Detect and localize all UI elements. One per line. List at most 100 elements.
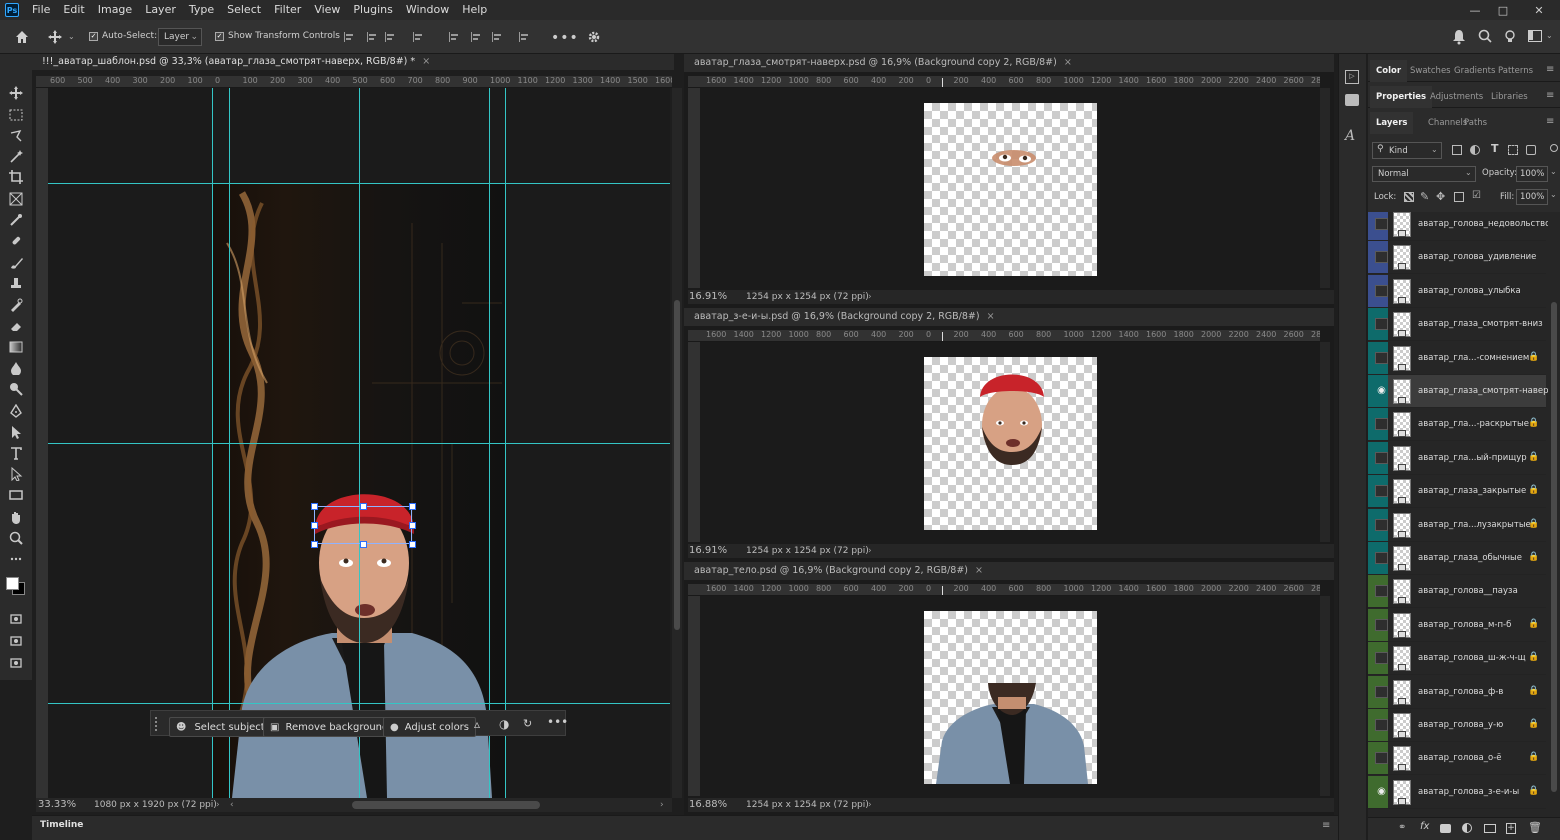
menu-item[interactable]: Filter bbox=[269, 0, 309, 20]
dodge-tool-icon[interactable] bbox=[4, 380, 28, 398]
new-group-icon[interactable] bbox=[1484, 824, 1496, 833]
panel-tab[interactable]: Channels bbox=[1428, 112, 1467, 134]
visibility-toggle[interactable] bbox=[1375, 351, 1388, 364]
more-options-icon[interactable]: ••• bbox=[551, 30, 579, 46]
panel-tab[interactable]: Adjustments bbox=[1430, 86, 1483, 108]
doc-tab[interactable]: аватар_глаза_смотрят-наверх.psd @ 16,9% … bbox=[694, 54, 1072, 72]
align-bottom-icon[interactable] bbox=[491, 31, 503, 43]
zoom-level[interactable]: 16.91% bbox=[689, 290, 727, 304]
blend-mode-dropdown[interactable]: Normal ⌄ bbox=[1372, 166, 1476, 182]
filter-shape-icon[interactable] bbox=[1508, 145, 1518, 155]
align-right-icon[interactable] bbox=[384, 31, 396, 43]
transform-handle[interactable] bbox=[360, 503, 367, 510]
layer-row[interactable]: аватар_голова_м-п-б 🔒 bbox=[1368, 608, 1546, 642]
layer-row[interactable]: аватар_голова_ф-в 🔒 bbox=[1368, 675, 1546, 709]
healing-brush-icon[interactable] bbox=[4, 232, 28, 250]
panel-menu-icon[interactable]: ≡ bbox=[1546, 116, 1554, 127]
panel-tab[interactable]: Libraries bbox=[1491, 86, 1528, 108]
panel-tab[interactable]: Paths bbox=[1464, 112, 1487, 134]
doc-tab[interactable]: аватар_з-е-и-ы.psd @ 16,9% (Background c… bbox=[694, 308, 995, 326]
panel-tab[interactable]: Properties bbox=[1370, 86, 1433, 108]
opacity-input[interactable]: 100% bbox=[1516, 166, 1548, 182]
character-icon[interactable]: A bbox=[1345, 128, 1355, 144]
menu-item[interactable]: Edit bbox=[58, 0, 92, 20]
home-icon[interactable] bbox=[14, 29, 30, 45]
maximize-button[interactable]: □ bbox=[1486, 0, 1520, 20]
select-subject-button[interactable]: ☻ Select subject bbox=[169, 717, 272, 737]
menu-item[interactable]: File bbox=[27, 0, 58, 20]
zoom-level[interactable]: 16.91% bbox=[689, 544, 727, 558]
panel-menu-icon[interactable]: ≡ bbox=[1546, 90, 1554, 101]
visibility-toggle[interactable] bbox=[1375, 652, 1388, 665]
eye-icon[interactable]: ◉ bbox=[1375, 786, 1388, 798]
lock-position-icon[interactable]: ✥ bbox=[1436, 190, 1445, 203]
align-top-icon[interactable] bbox=[448, 31, 460, 43]
visibility-toggle[interactable] bbox=[1375, 585, 1388, 598]
lock-transparent-icon[interactable] bbox=[1404, 192, 1414, 202]
move-tool-icon[interactable] bbox=[4, 84, 28, 102]
vertical-scrollbar[interactable] bbox=[672, 88, 682, 798]
transform-handle[interactable] bbox=[409, 522, 416, 529]
visibility-toggle[interactable] bbox=[1375, 618, 1388, 631]
horizontal-scroll-thumb[interactable] bbox=[352, 801, 540, 809]
new-layer-icon[interactable]: + bbox=[1506, 823, 1516, 834]
bulb-icon[interactable] bbox=[1503, 29, 1517, 43]
menu-item[interactable]: Plugins bbox=[348, 0, 400, 20]
filter-pixel-icon[interactable] bbox=[1452, 145, 1462, 155]
color-swatches[interactable] bbox=[4, 574, 28, 600]
menu-item[interactable]: Help bbox=[457, 0, 495, 20]
layer-row[interactable]: аватар_гла...-раскрытые 🔒 bbox=[1368, 408, 1546, 442]
align-center-icon[interactable] bbox=[366, 31, 378, 43]
visibility-toggle[interactable] bbox=[1375, 318, 1388, 331]
transform-handle[interactable] bbox=[311, 522, 318, 529]
direct-selection-icon[interactable] bbox=[4, 465, 28, 483]
comments-icon[interactable] bbox=[1345, 94, 1359, 106]
more-tools-icon[interactable] bbox=[4, 550, 28, 568]
guide-horizontal[interactable] bbox=[48, 443, 670, 444]
auto-select-checkbox[interactable]: ✓ bbox=[89, 32, 98, 41]
layer-row[interactable]: аватар_гла...-сомнением 🔒 bbox=[1368, 341, 1546, 375]
generate-image-icon[interactable] bbox=[4, 654, 28, 672]
layer-dropdown[interactable]: Layer ⌄ bbox=[158, 28, 202, 46]
screen-mode-icon[interactable] bbox=[4, 632, 28, 650]
blur-tool-icon[interactable] bbox=[4, 359, 28, 377]
filter-smart-object-icon[interactable] bbox=[1526, 145, 1536, 155]
chevron-down-icon[interactable]: ⌄ bbox=[68, 32, 75, 41]
layer-row[interactable]: аватар_голова_о-ё 🔒 bbox=[1368, 742, 1546, 776]
layer-row[interactable]: аватар_голова_удивление bbox=[1368, 241, 1546, 275]
pen-tool-icon[interactable] bbox=[4, 402, 28, 420]
visibility-toggle[interactable] bbox=[1375, 418, 1388, 431]
chevron-left-icon[interactable]: ‹ bbox=[230, 798, 234, 812]
vertical-scrollbar[interactable] bbox=[1320, 596, 1330, 796]
rectangle-tool-icon[interactable] bbox=[4, 486, 28, 504]
layer-row[interactable]: аватар_голова_недовольство bbox=[1368, 212, 1548, 241]
filter-type-icon[interactable]: T bbox=[1491, 142, 1499, 155]
transform-bounding-box[interactable] bbox=[311, 503, 416, 548]
layer-row[interactable]: аватар_глаза_смотрят-вниз bbox=[1368, 308, 1546, 342]
gear-icon[interactable] bbox=[586, 29, 602, 45]
link-layers-icon[interactable]: ⚭ bbox=[1398, 822, 1406, 833]
visibility-toggle[interactable] bbox=[1375, 752, 1388, 765]
layer-row[interactable]: аватар_голова_улыбка bbox=[1368, 274, 1546, 308]
transform-handle[interactable] bbox=[360, 541, 367, 548]
menu-item[interactable]: Select bbox=[222, 0, 269, 20]
path-selection-icon[interactable] bbox=[4, 423, 28, 441]
transform-handle[interactable] bbox=[409, 541, 416, 548]
chevron-right-icon[interactable]: › bbox=[660, 798, 664, 812]
history-icon[interactable]: ▷ bbox=[1345, 70, 1359, 84]
visibility-toggle[interactable] bbox=[1375, 685, 1388, 698]
layer-row[interactable]: аватар_голова_ш-ж-ч-щ 🔒 bbox=[1368, 642, 1546, 676]
guide-horizontal[interactable] bbox=[48, 183, 670, 184]
history-brush-icon[interactable] bbox=[4, 296, 28, 314]
zoom-tool-icon[interactable] bbox=[4, 529, 28, 547]
scroll-thumb[interactable] bbox=[674, 300, 680, 630]
chevron-down-icon[interactable]: ⌄ bbox=[1550, 190, 1557, 199]
chevron-down-icon[interactable]: ⌄ bbox=[1550, 167, 1557, 176]
lock-pixels-icon[interactable]: ✎ bbox=[1420, 190, 1429, 203]
filter-kind-dropdown[interactable]: ⚲ Kind ⌄ bbox=[1372, 142, 1442, 159]
chevron-right-icon[interactable]: › bbox=[868, 290, 872, 304]
more-icon[interactable]: ••• bbox=[547, 715, 568, 729]
timeline-tab[interactable]: Timeline bbox=[40, 820, 83, 830]
panel-menu-icon[interactable]: ≡ bbox=[1322, 820, 1330, 831]
lock-all-icon[interactable]: ☑ bbox=[1472, 190, 1481, 201]
